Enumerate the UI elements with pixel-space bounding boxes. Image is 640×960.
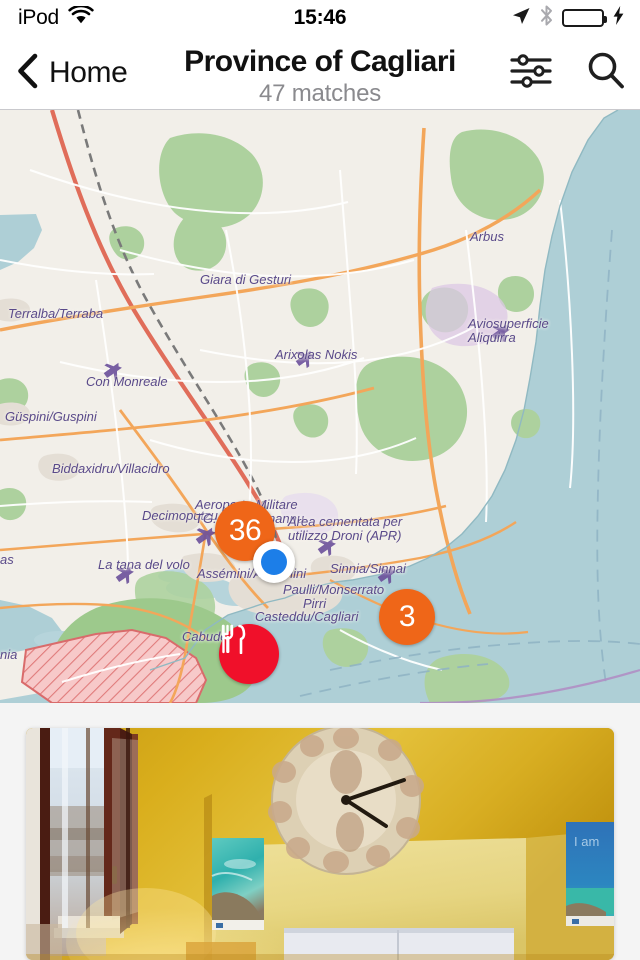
back-button[interactable]: Home: [16, 36, 128, 110]
cluster-marker-3[interactable]: 3: [379, 589, 435, 645]
map-place-label: Giara di Gesturi: [200, 272, 292, 287]
map-place-label: Area cementata per utilizzo Droni (APR): [288, 514, 403, 543]
map-place-label: Güspini/Guspini: [5, 409, 97, 424]
page-subtitle-matches-count: 47 matches: [258, 80, 382, 107]
listing-photo-card[interactable]: I am: [26, 728, 614, 960]
nav-title-block: Province of Cagliari 47 matches: [160, 44, 480, 108]
map-place-label: Biddaxidru/Villacidro: [52, 461, 170, 476]
map-view[interactable]: Terralba/Terraba Giara di Gesturi Arbus Avi…: [0, 110, 640, 703]
user-location-dot: [253, 541, 295, 583]
map-place-label: nia: [0, 647, 18, 662]
back-button-label: Home: [49, 56, 128, 89]
bluetooth-icon: [540, 5, 553, 31]
status-bar-right: [511, 5, 624, 31]
nav-actions: [510, 36, 626, 110]
map-place-label: Arixolas Nokis: [275, 347, 358, 362]
listing-card-area: I am: [0, 703, 640, 960]
map-place-label: Casteddu/Cagliari: [255, 609, 359, 624]
map-place-label: Aviosuperficie Aliquirra: [468, 316, 549, 345]
svg-text:I am: I am: [574, 834, 599, 849]
cluster-count-label: 36: [228, 514, 262, 547]
navigation-bar: Home Province of Cagliari 47 matches: [0, 36, 640, 110]
map-place-label: Sinnia/Sinnai: [330, 561, 406, 576]
sliders-filter-icon[interactable]: [510, 53, 552, 93]
cluster-count-label: 3: [398, 600, 416, 633]
user-location-core: [261, 549, 287, 575]
page-title: Province of Cagliari: [184, 45, 456, 78]
map-place-label: as: [0, 552, 14, 567]
location-arrow-icon: [511, 6, 531, 31]
map-place-label: Arbus: [470, 229, 504, 244]
restaurant-marker[interactable]: [219, 624, 279, 684]
status-bar: iPod 15:46: [0, 0, 640, 36]
map-place-label: Terralba/Terraba: [8, 306, 104, 321]
interior-room-photo: I am: [26, 728, 614, 960]
battery-icon: [562, 9, 607, 27]
map-place-label: Con Monreale: [86, 374, 168, 389]
map-place-label: La tana del volo: [98, 557, 190, 572]
search-icon[interactable]: [586, 51, 626, 96]
map-place-label: Paulli/Monserrato: [283, 582, 385, 597]
chevron-left-icon: [16, 53, 38, 94]
lightning-bolt-icon: [613, 6, 624, 30]
